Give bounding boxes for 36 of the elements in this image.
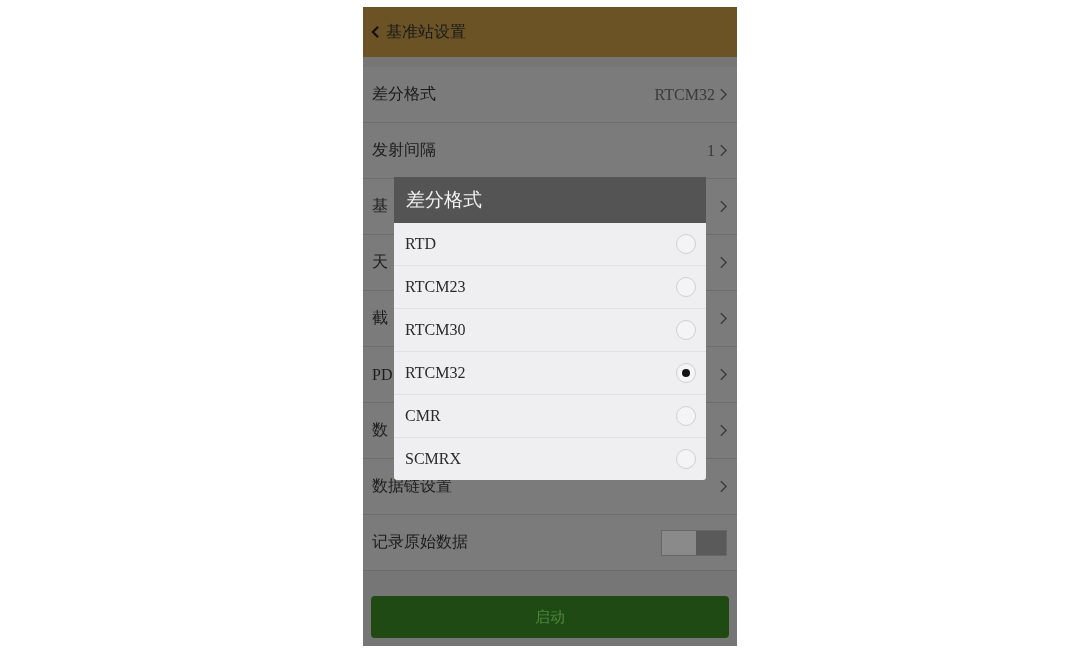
radio-button[interactable] [676, 449, 696, 469]
setting-label: 截 [372, 308, 388, 328]
format-option[interactable]: RTCM30 [394, 309, 706, 352]
setting-label: 发射间隔 [372, 140, 436, 160]
settings-row[interactable]: 差分格式 RTCM32 [363, 67, 737, 123]
radio-button[interactable] [676, 234, 696, 254]
setting-value: 1 [707, 141, 715, 160]
radio-button[interactable] [676, 406, 696, 426]
format-option[interactable]: RTCM23 [394, 266, 706, 309]
chevron-icon [720, 424, 727, 437]
settings-row[interactable]: 发射间隔 1 [363, 123, 737, 179]
setting-label: 数 [372, 420, 388, 440]
back-icon[interactable] [371, 25, 380, 39]
setting-label: 基 [372, 196, 388, 216]
chevron-icon [720, 144, 727, 157]
page-title: 基准站设置 [386, 21, 466, 42]
settings-row[interactable]: 记录原始数据 [363, 515, 737, 571]
radio-button[interactable] [676, 277, 696, 297]
chevron-icon [720, 200, 727, 213]
setting-label: 差分格式 [372, 84, 436, 104]
format-option[interactable]: RTCM32 [394, 352, 706, 395]
dialog-title: 差分格式 [394, 177, 706, 223]
chevron-icon [720, 256, 727, 269]
toggle-switch[interactable] [661, 529, 727, 556]
chevron-icon [720, 368, 727, 381]
setting-value: RTCM32 [654, 85, 715, 104]
setting-label: 天 [372, 252, 388, 272]
radio-button[interactable] [676, 363, 696, 383]
format-option[interactable]: RTD [394, 223, 706, 266]
setting-label: 记录原始数据 [372, 532, 468, 552]
chevron-icon [720, 88, 727, 101]
chevron-icon [720, 312, 727, 325]
format-option[interactable]: CMR [394, 395, 706, 438]
chevron-icon [720, 480, 727, 493]
setting-label: PD [372, 365, 393, 384]
radio-button[interactable] [676, 320, 696, 340]
